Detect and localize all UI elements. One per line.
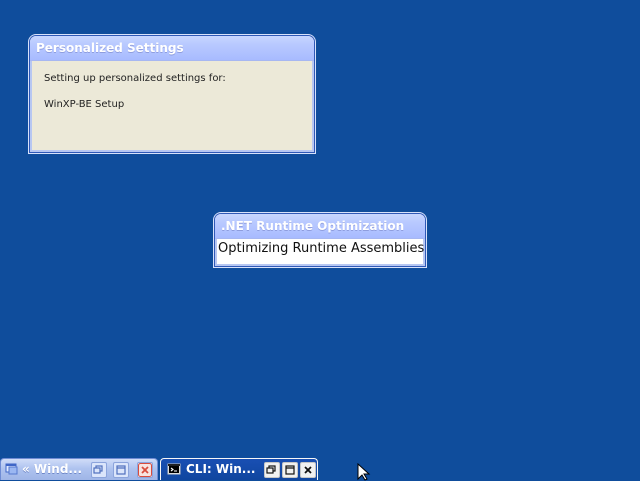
- maximize-icon[interactable]: [282, 462, 298, 478]
- personalized-settings-title: Personalized Settings: [30, 36, 314, 61]
- taskbar-item-label-cli: CLI: Win...: [186, 462, 256, 476]
- dotnet-runtime-title: .NET Runtime Optimization: [215, 214, 425, 239]
- restore-icon[interactable]: [91, 462, 107, 478]
- personalized-settings-message-line-1: Setting up personalized settings for:: [44, 73, 226, 84]
- window-icon: [5, 462, 19, 476]
- taskbar-item-label-window: « Wind...: [22, 462, 83, 476]
- taskbar-item-cli[interactable]: CLI: Win...: [160, 458, 318, 480]
- personalized-settings-message-line-2: WinXP-BE Setup: [44, 99, 125, 110]
- taskbar-item-window[interactable]: « Wind...: [0, 458, 158, 480]
- close-icon[interactable]: [137, 462, 153, 478]
- dotnet-runtime-body: Optimizing Runtime Assemblies: [215, 239, 425, 266]
- console-icon: [167, 462, 181, 476]
- close-icon[interactable]: [300, 462, 316, 478]
- personalized-settings-body: Setting up personalized settings for: Wi…: [30, 61, 314, 152]
- restore-icon[interactable]: [264, 462, 280, 478]
- maximize-icon[interactable]: [113, 462, 129, 478]
- dotnet-runtime-window: .NET Runtime Optimization Optimizing Run…: [215, 214, 425, 266]
- dotnet-runtime-status: Optimizing Runtime Assemblies: [218, 241, 425, 256]
- personalized-settings-window: Personalized Settings Setting up persona…: [30, 36, 314, 152]
- mouse-pointer-icon: [357, 463, 371, 481]
